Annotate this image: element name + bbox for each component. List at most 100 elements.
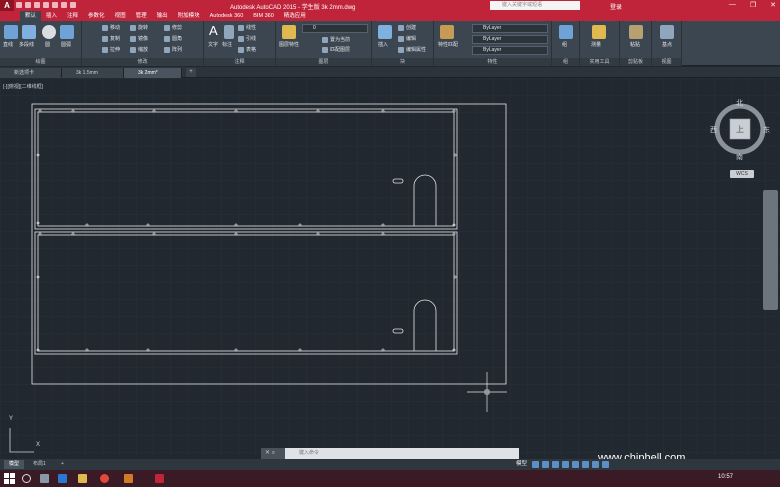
arc-button[interactable]: 圆弧 [61, 41, 71, 48]
dimension-icon[interactable] [224, 25, 234, 39]
minimize-button[interactable]: — [729, 1, 736, 9]
viewcube-top-face[interactable]: 上 [736, 124, 744, 135]
measure-button[interactable]: 测量 [591, 41, 601, 48]
clipboard-panel-label[interactable]: 剪贴板 [620, 58, 651, 66]
polyline-button[interactable]: 多段线 [19, 41, 34, 48]
command-line-buttons[interactable]: ✕ ⌕ [261, 448, 285, 459]
viewcube-north[interactable]: 北 [736, 98, 743, 108]
groups-panel-label[interactable]: 组 [552, 58, 579, 66]
text-icon[interactable]: A [209, 23, 218, 38]
annotation-scale-icon[interactable] [582, 461, 589, 468]
search-icon[interactable] [22, 474, 31, 483]
color-dropdown[interactable]: ByLayer [472, 24, 548, 33]
match-properties-button[interactable]: 特性匹配 [438, 41, 458, 48]
edge-icon[interactable] [58, 474, 67, 483]
viewport-controls-label[interactable]: [-][俯视][二维线框] [3, 83, 43, 90]
annotation-panel-label[interactable]: 注释 [204, 58, 275, 66]
snap-toggle-icon[interactable] [542, 461, 549, 468]
tab-bim360[interactable]: BIM 360 [248, 11, 278, 21]
layers-panel-label[interactable]: 图层 [276, 58, 371, 66]
file-tab-3k-1-5mm[interactable]: 3k 1.5mm [62, 68, 124, 78]
linetype-dropdown[interactable]: ByLayer [472, 35, 548, 44]
tab-default[interactable]: 默认 [20, 11, 42, 21]
layer-dropdown[interactable]: 0 [302, 24, 368, 33]
polyline-icon[interactable] [22, 25, 36, 39]
autocad-logo-icon[interactable]: A [0, 0, 14, 11]
undo-icon[interactable] [61, 2, 67, 8]
table-button[interactable]: 表格 [238, 46, 256, 53]
plot-icon[interactable] [52, 2, 58, 8]
arc-icon[interactable] [60, 25, 74, 39]
tab-annotate[interactable]: 注释 [62, 11, 83, 21]
grid-toggle-icon[interactable] [532, 461, 539, 468]
add-tab-button[interactable]: + [186, 68, 196, 77]
layer-properties-button[interactable]: 图层特性 [279, 41, 299, 48]
add-layout-button[interactable]: + [56, 460, 69, 469]
navigation-bar[interactable] [763, 190, 778, 310]
login-button[interactable]: 登录 [610, 2, 622, 11]
edit-attribute-button[interactable]: 编辑属性 [398, 46, 426, 53]
array-button[interactable]: 阵列 [164, 46, 182, 53]
tab-view[interactable]: 视图 [110, 11, 131, 21]
open-file-icon[interactable] [25, 2, 31, 8]
save-as-icon[interactable] [43, 2, 49, 8]
layer-properties-icon[interactable] [282, 25, 296, 39]
circle-button[interactable]: 圆 [45, 41, 50, 48]
wcs-menu[interactable]: WCS [730, 170, 754, 178]
drawing-canvas[interactable] [0, 78, 780, 458]
chrome-icon[interactable] [100, 474, 109, 483]
scale-button[interactable]: 缩放 [130, 46, 148, 53]
dimension-button[interactable]: 标注 [222, 41, 232, 48]
properties-panel-label[interactable]: 特性 [434, 58, 551, 66]
base-button[interactable]: 基点 [662, 41, 672, 48]
fillet-button[interactable]: 圆角 [164, 35, 182, 42]
tab-output[interactable]: 输出 [152, 11, 173, 21]
redo-icon[interactable] [70, 2, 76, 8]
workspace-icon[interactable] [592, 461, 599, 468]
task-view-icon[interactable] [40, 474, 49, 483]
close-button[interactable]: ✕ [770, 1, 776, 9]
polar-toggle-icon[interactable] [562, 461, 569, 468]
explorer-icon[interactable] [78, 474, 87, 483]
create-block-button[interactable]: 创建 [398, 24, 416, 31]
modify-panel-label[interactable]: 修改 [82, 58, 203, 66]
model-space-button[interactable]: 模型 [516, 460, 527, 469]
tab-autodesk360[interactable]: Autodesk 360 [205, 11, 249, 21]
draw-panel-label[interactable]: 绘图 [0, 58, 81, 66]
match-properties-icon[interactable] [440, 25, 454, 39]
windows-start-icon[interactable] [4, 473, 15, 484]
group-button[interactable]: 组 [562, 41, 567, 48]
insert-icon[interactable] [378, 25, 392, 39]
ortho-toggle-icon[interactable] [552, 461, 559, 468]
layout1-tab[interactable]: 布局1 [28, 460, 51, 469]
tab-manage[interactable]: 管理 [131, 11, 152, 21]
edit-block-button[interactable]: 编辑 [398, 35, 416, 42]
linear-button[interactable]: 线性 [238, 24, 256, 31]
search-input[interactable]: 键入关键字或短语 [490, 1, 580, 10]
match-layer-button[interactable]: 匹配图层 [322, 46, 350, 53]
save-icon[interactable] [34, 2, 40, 8]
tab-insert[interactable]: 插入 [41, 11, 62, 21]
file-tab-new[interactable]: 新选项卡 [0, 68, 62, 78]
trim-button[interactable]: 修剪 [164, 24, 182, 31]
group-icon[interactable] [559, 25, 573, 39]
tab-addins[interactable]: 附加模块 [173, 11, 205, 21]
new-file-icon[interactable] [16, 2, 22, 8]
file-tab-3k-2mm[interactable]: 3k 2mm* [124, 68, 182, 78]
tab-featured-apps[interactable]: 精选应用 [279, 11, 311, 21]
rotate-button[interactable]: 旋转 [130, 24, 148, 31]
viewcube-west[interactable]: 西 [710, 125, 717, 135]
circle-icon[interactable] [42, 25, 56, 39]
make-current-button[interactable]: 置为当前 [322, 36, 350, 43]
paste-button[interactable]: 粘贴 [630, 41, 640, 48]
viewcube-east[interactable]: 东 [763, 125, 770, 135]
osnap-toggle-icon[interactable] [572, 461, 579, 468]
measure-icon[interactable] [592, 25, 606, 39]
leader-button[interactable]: 引线 [238, 35, 256, 42]
stretch-button[interactable]: 拉伸 [102, 46, 120, 53]
view-panel-label[interactable]: 视图 [652, 58, 681, 66]
lineweight-dropdown[interactable]: ByLayer [472, 46, 548, 55]
maximize-button[interactable]: ❐ [750, 1, 756, 9]
tab-parametric[interactable]: 参数化 [83, 11, 110, 21]
move-button[interactable]: 移动 [102, 24, 120, 31]
